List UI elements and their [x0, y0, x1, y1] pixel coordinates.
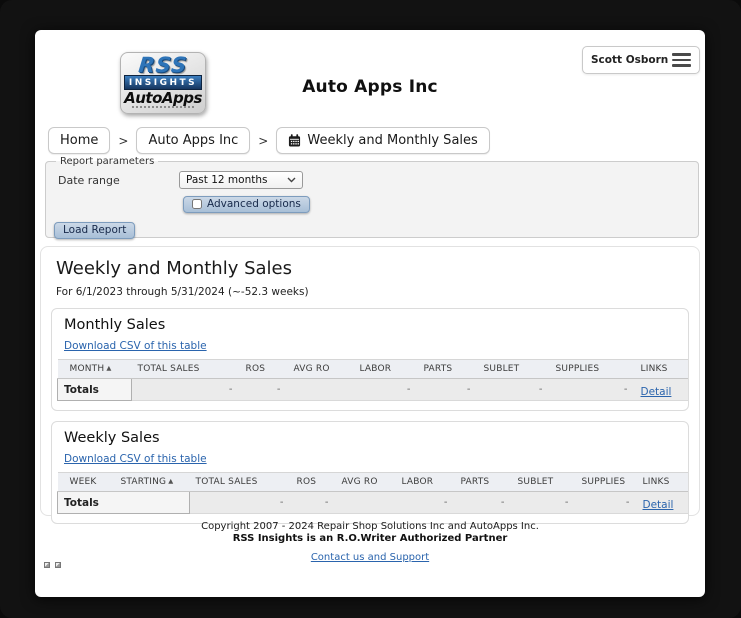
column-header-ros[interactable]: ROS [290, 472, 336, 492]
report-results-panel: Weekly and Monthly Sales For 6/1/2023 th… [40, 246, 700, 524]
broken-image-icon [44, 562, 50, 568]
broken-image-icon [55, 562, 61, 568]
totals-value-cell: - [466, 384, 471, 395]
totals-label-cell: Totals [57, 378, 132, 401]
advanced-options-toggle[interactable]: Advanced options [183, 195, 310, 213]
app-page: Scott Osborn RSS INSIGHTS AutoApps Auto … [35, 30, 705, 597]
totals-value-cell: - [500, 497, 505, 508]
load-report-button[interactable]: Load Report [54, 221, 136, 239]
contact-support-link[interactable]: Contact us and Support [311, 552, 429, 563]
breadcrumb-label: Weekly and Monthly Sales [307, 133, 478, 148]
column-header-labor[interactable]: LABOR [395, 472, 455, 492]
totals-value-cell: - [623, 384, 628, 395]
date-range-label: Date range [58, 173, 120, 187]
column-header-month[interactable]: MONTH ▲ [57, 359, 132, 379]
weekly-sales-table: WEEK STARTING ▲ TOTAL SALES ROS AVG RO LABOR PA… [57, 472, 688, 514]
breadcrumb-item-auto-apps-inc[interactable]: Auto Apps Inc [136, 127, 251, 154]
breadcrumb-separator: > [118, 133, 129, 148]
column-header-total-sales[interactable]: TOTAL SALES [131, 359, 240, 379]
totals-value-cell: - [324, 497, 329, 508]
breadcrumb-label: Auto Apps Inc [148, 133, 239, 148]
download-csv-link[interactable]: Download CSV of this table [64, 340, 207, 352]
totals-value-cell: - [443, 497, 448, 508]
download-csv-link[interactable]: Download CSV of this table [64, 453, 207, 465]
totals-value-cell: - [564, 497, 569, 508]
report-date-range-summary: For 6/1/2023 through 5/31/2024 (~-52.3 w… [56, 286, 309, 298]
totals-row: Totals - - - - - - Detail [57, 491, 688, 514]
partner-text: RSS Insights is an R.O.Writer Authorized… [232, 533, 508, 544]
column-header-sublet[interactable]: SUBLET [511, 472, 576, 492]
column-header-links[interactable]: LINKS [634, 359, 688, 379]
report-parameters-legend: Report parameters [60, 156, 155, 167]
column-header-supplies[interactable]: SUPPLIES [549, 359, 635, 379]
report-title: Weekly and Monthly Sales [56, 258, 292, 279]
column-header-labor[interactable]: LABOR [353, 359, 418, 379]
monthly-sales-table: MONTH ▲ TOTAL SALES ROS AVG RO LABOR PARTS SUBL… [57, 359, 688, 401]
breadcrumb: Home > Auto Apps Inc > Weekly and Monthl… [48, 127, 490, 154]
column-header-links[interactable]: LINKS [636, 472, 688, 492]
column-header-avg-ro[interactable]: AVG RO [287, 359, 354, 379]
monthly-sales-section: Monthly Sales Download CSV of this table… [51, 308, 689, 411]
totals-label-cell: Totals [57, 491, 190, 514]
breadcrumb-item-weekly-monthly-sales[interactable]: Weekly and Monthly Sales [276, 127, 490, 154]
monthly-sales-heading: Monthly Sales [64, 317, 166, 333]
weekly-sales-heading: Weekly Sales [64, 430, 160, 446]
hamburger-menu-icon[interactable] [672, 53, 691, 67]
column-header-starting[interactable]: STARTING ▲ [114, 472, 190, 492]
column-header-total-sales[interactable]: TOTAL SALES [189, 472, 291, 492]
breadcrumb-separator: > [258, 133, 269, 148]
date-range-select[interactable]: Past 12 months [179, 171, 303, 189]
advanced-options-checkbox[interactable] [192, 199, 202, 209]
report-parameters-panel: Report parameters Date range Past 12 mon… [45, 156, 699, 239]
column-header-avg-ro[interactable]: AVG RO [335, 472, 396, 492]
user-name: Scott Osborn [591, 54, 669, 66]
weekly-sales-section: Weekly Sales Download CSV of this table … [51, 421, 689, 524]
totals-value-cell [288, 379, 354, 401]
column-header-supplies[interactable]: SUPPLIES [575, 472, 637, 492]
totals-value-cell [336, 492, 396, 514]
sort-ascending-icon: ▲ [168, 477, 174, 485]
column-header-parts[interactable]: PARTS [454, 472, 512, 492]
page-title: Auto Apps Inc [302, 77, 438, 97]
totals-value-cell: - [625, 497, 630, 508]
sort-ascending-icon: ▲ [106, 364, 112, 372]
totals-value-cell: - [406, 384, 411, 395]
copyright-text: Copyright 2007 - 2024 Repair Shop Soluti… [201, 521, 539, 532]
detail-link[interactable]: Detail [643, 499, 674, 511]
breadcrumb-item-home[interactable]: Home [48, 127, 111, 154]
user-menu-button[interactable]: Scott Osborn [582, 46, 700, 74]
page-footer: Copyright 2007 - 2024 Repair Shop Soluti… [35, 521, 705, 564]
detail-link[interactable]: Detail [641, 386, 672, 398]
totals-row: Totals - - - - - - Detail [57, 378, 688, 401]
browser-window: Scott Osborn RSS INSIGHTS AutoApps Auto … [0, 0, 741, 618]
totals-value-cell: - [538, 384, 543, 395]
totals-value-cell: - [279, 497, 284, 508]
totals-value-cell: - [228, 384, 233, 395]
column-header-week[interactable]: WEEK [57, 472, 115, 492]
column-header-ros[interactable]: ROS [239, 359, 288, 379]
logo-rss-text: RSS [137, 53, 189, 77]
calendar-icon [289, 134, 301, 147]
totals-value-cell: - [276, 384, 281, 395]
breadcrumb-label: Home [60, 133, 99, 148]
broken-image-placeholders [44, 562, 61, 568]
load-report-label: Load Report [63, 224, 127, 236]
column-header-parts[interactable]: PARTS [417, 359, 478, 379]
date-range-selected-value: Past 12 months [186, 174, 268, 186]
column-header-sublet[interactable]: SUBLET [477, 359, 550, 379]
advanced-options-label: Advanced options [207, 198, 301, 210]
chevron-down-icon [287, 177, 296, 183]
